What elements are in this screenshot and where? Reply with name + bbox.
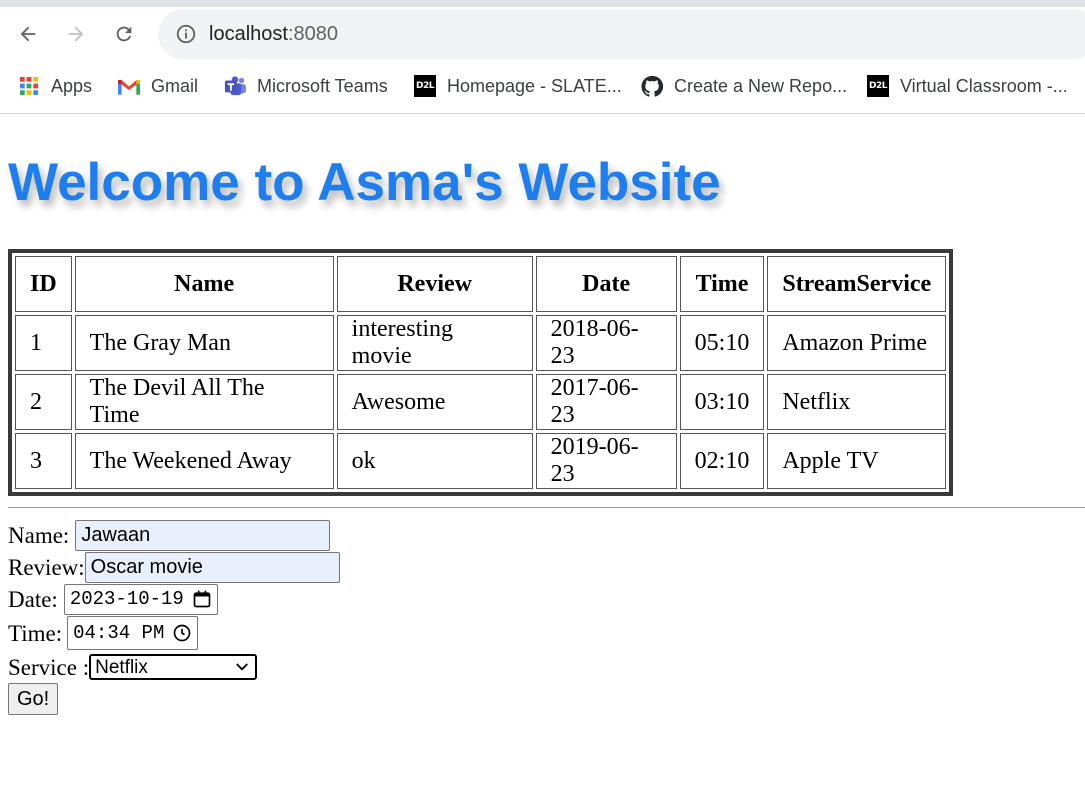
arrow-right-icon [68,26,84,42]
cell-name: The Devil All The Time [74,374,334,430]
chevron-down-icon [236,663,249,671]
name-label: Name: [8,522,70,548]
cell-date: 2019-06-23 [535,433,677,489]
url-text[interactable]: localhost:8080 [209,23,338,46]
cell-review: ok [336,433,533,489]
page-title: Welcome to Asma's Website [8,153,721,212]
cell-time: 03:10 [679,374,765,430]
bookmark-gmail[interactable]: Gmail [118,73,198,99]
cell-id: 3 [15,433,72,489]
header-name: Name [74,256,334,312]
review-input[interactable]: Oscar movie [84,551,340,583]
go-button[interactable]: Go! [8,683,59,715]
name-input[interactable]: Jawaan [75,519,331,551]
review-label: Review: [8,554,85,580]
cell-date: 2018-06-23 [535,315,677,371]
bookmark-label: Create a New Repo... [674,75,848,96]
bookmark-label: Virtual Classroom -... [900,75,1068,96]
clock-icon[interactable] [172,623,192,643]
github-icon [641,75,663,97]
site-info-icon[interactable] [175,23,197,45]
arrow-left-icon [20,26,36,42]
review-form: Name: Jawaan Review: Oscar movie Date: 2… [8,519,340,715]
bookmark-github[interactable]: Create a New Repo... [641,73,847,99]
service-label: Service : [8,654,90,680]
header-time: Time [679,256,765,312]
cell-streamservice: Amazon Prime [767,315,947,371]
movies-table: ID Name Review Date Time StreamService 1… [8,249,954,496]
header-date: Date [535,256,677,312]
table-row: 1 The Gray Man interesting movie 2018-06… [15,315,947,371]
bookmark-apps[interactable]: Apps [18,73,92,99]
cell-name: The Weekened Away [74,433,334,489]
header-streamservice: StreamService [767,256,947,312]
bookmarks-bar: Apps Gmail Microsoft Teams D2L Homepage … [0,59,1085,114]
form-row-submit: Go! [8,683,340,715]
table-row: 3 The Weekened Away ok 2019-06-23 02:10 … [15,433,947,489]
cell-streamservice: Apple TV [767,433,947,489]
cell-review: interesting movie [336,315,533,371]
browser-top-strip [0,0,1085,7]
apps-grid-icon [18,75,40,97]
cell-time: 02:10 [679,433,765,489]
reload-icon [116,26,132,42]
address-bar[interactable]: localhost:8080 [158,9,1085,59]
calendar-icon[interactable] [192,589,212,609]
bookmark-label: Gmail [151,75,199,96]
cell-id: 2 [15,374,72,430]
bookmark-label: Microsoft Teams [257,75,388,96]
table-row: 2 The Devil All The Time Awesome 2017-06… [15,374,947,430]
cell-date: 2017-06-23 [535,374,677,430]
cell-time: 05:10 [679,315,765,371]
time-value: 04:34 PM [73,621,165,644]
time-input[interactable]: 04:34 PM [67,616,199,650]
cell-review: Awesome [336,374,533,430]
reload-button[interactable] [106,16,142,52]
d2l-icon: D2L [414,75,436,97]
form-row-name: Name: Jawaan [8,519,340,551]
header-review: Review [336,256,533,312]
url-port: :8080 [287,22,338,45]
date-value: 2023-10-19 [69,587,184,610]
forward-button[interactable] [58,16,94,52]
service-selected-value: Netflix [95,656,148,678]
form-row-service: Service : Netflix [8,651,340,683]
horizontal-rule [8,507,1085,508]
bookmark-label: Apps [51,75,93,96]
d2l-logo-text: D2L [414,75,436,97]
gmail-icon [118,75,140,97]
header-id: ID [15,256,72,312]
cell-id: 1 [15,315,72,371]
back-button[interactable] [10,16,46,52]
form-row-time: Time: 04:34 PM [8,615,340,651]
d2l-icon: D2L [867,75,889,97]
time-label: Time: [8,620,63,646]
form-row-review: Review: Oscar movie [8,551,340,583]
bookmark-label: Homepage - SLATE... [447,75,622,96]
d2l-logo-text: D2L [867,75,889,97]
teams-icon [224,75,246,97]
service-select[interactable]: Netflix [89,654,258,680]
url-host: localhost [209,22,288,45]
date-label: Date: [8,586,58,612]
bookmark-microsoft-teams[interactable]: Microsoft Teams [224,73,388,99]
form-row-date: Date: 2023-10-19 [8,583,340,615]
bookmark-homepage-slate[interactable]: D2L Homepage - SLATE... [414,73,622,99]
table-header-row: ID Name Review Date Time StreamService [15,256,947,312]
cell-streamservice: Netflix [767,374,947,430]
bookmark-virtual-classroom[interactable]: D2L Virtual Classroom -... [867,73,1068,99]
date-input[interactable]: 2023-10-19 [63,583,218,615]
cell-name: The Gray Man [74,315,334,371]
browser-toolbar: localhost:8080 [0,7,1085,59]
